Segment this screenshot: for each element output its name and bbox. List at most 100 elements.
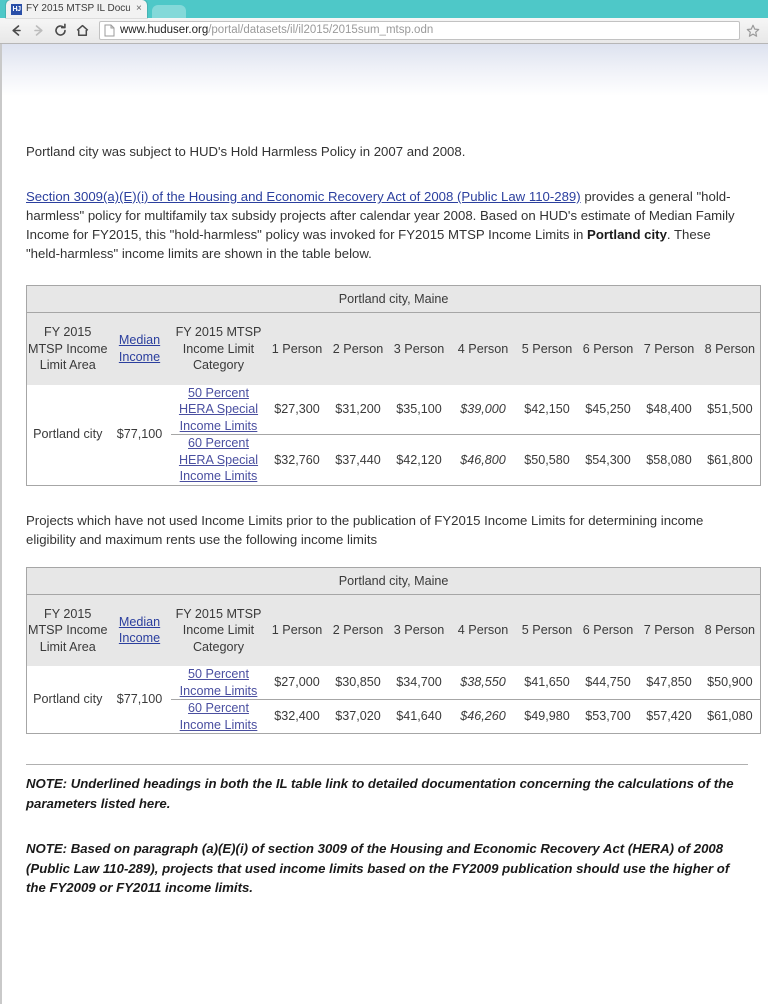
cell-value-1: $27,300 bbox=[266, 384, 328, 435]
table-header-row: FY 2015 MTSP Income Limit Area Median In… bbox=[26, 312, 761, 385]
header-person-2: 2 Person bbox=[327, 312, 389, 385]
cell-value-7: $57,420 bbox=[638, 699, 700, 734]
cell-value-2: $37,020 bbox=[327, 699, 389, 734]
cell-value-3: $35,100 bbox=[388, 384, 450, 435]
home-icon[interactable] bbox=[71, 20, 93, 42]
hera-paragraph: Section 3009(a)(E)(i) of the Housing and… bbox=[26, 161, 748, 263]
header-person-8: 8 Person bbox=[699, 594, 761, 666]
header-person-5: 5 Person bbox=[516, 594, 578, 666]
hera-section-link[interactable]: Section 3009(a)(E)(i) of the Housing and… bbox=[26, 189, 581, 204]
table-caption-row: Portland city, Maine bbox=[26, 567, 761, 595]
url-text: www.huduser.org/portal/datasets/il/il201… bbox=[120, 22, 433, 39]
median-income-link[interactable]: Median Income bbox=[119, 615, 160, 646]
hera-income-limits-table: Portland city, Maine FY 2015 MTSP Income… bbox=[26, 285, 762, 486]
mid-paragraph: Projects which have not used Income Limi… bbox=[26, 512, 704, 547]
header-person-8: 8 Person bbox=[699, 312, 761, 385]
category-link[interactable]: 60 Percent Income Limits bbox=[180, 701, 258, 732]
cell-category: 60 Percent Income Limits bbox=[170, 699, 267, 734]
cell-value-1: $32,760 bbox=[266, 434, 328, 485]
cell-value-8: $51,500 bbox=[699, 384, 761, 435]
header-person-5: 5 Person bbox=[516, 312, 578, 385]
cell-value-1: $32,400 bbox=[266, 699, 328, 734]
header-income-limit-area: FY 2015 MTSP Income Limit Area bbox=[26, 312, 109, 385]
cell-value-5: $42,150 bbox=[516, 384, 578, 435]
header-person-6: 6 Person bbox=[577, 312, 639, 385]
cell-value-3: $42,120 bbox=[388, 434, 450, 485]
cell-value-3: $41,640 bbox=[388, 699, 450, 734]
cell-category: 50 Percent Income Limits bbox=[170, 666, 267, 700]
header-median-income: Median Income bbox=[108, 312, 171, 385]
close-icon[interactable]: × bbox=[136, 0, 142, 18]
cell-value-2: $37,440 bbox=[327, 434, 389, 485]
cell-category: 50 Percent HERA Special Income Limits bbox=[170, 384, 267, 435]
table-row: Portland city $77,100 50 Percent Income … bbox=[26, 666, 761, 734]
cell-value-4: $39,000 bbox=[449, 384, 517, 435]
cell-value-7: $58,080 bbox=[638, 434, 700, 485]
cell-value-7: $47,850 bbox=[638, 666, 700, 700]
median-income-link[interactable]: Median Income bbox=[119, 333, 160, 364]
table-row: Portland city $77,100 50 Percent HERA Sp… bbox=[26, 384, 761, 485]
cell-area: Portland city bbox=[26, 384, 109, 485]
category-link[interactable]: 50 Percent HERA Special Income Limits bbox=[179, 386, 258, 433]
cell-value-5: $50,580 bbox=[516, 434, 578, 485]
header-income-limit-category: FY 2015 MTSP Income Limit Category bbox=[170, 312, 267, 385]
address-bar[interactable]: www.huduser.org/portal/datasets/il/il201… bbox=[99, 21, 740, 40]
cell-value-6: $44,750 bbox=[577, 666, 639, 700]
standard-income-limits-table: Portland city, Maine FY 2015 MTSP Income… bbox=[26, 566, 762, 734]
header-person-3: 3 Person bbox=[388, 594, 450, 666]
cell-value-6: $53,700 bbox=[577, 699, 639, 734]
page-document-icon bbox=[104, 24, 115, 37]
header-person-6: 6 Person bbox=[577, 594, 639, 666]
tab-title: FY 2015 MTSP IL Docum bbox=[26, 3, 130, 14]
cell-value-8: $61,080 bbox=[699, 699, 761, 734]
standard-table-wrapper: Portland city, Maine FY 2015 MTSP Income… bbox=[26, 549, 762, 734]
cell-value-4: $38,550 bbox=[449, 666, 517, 700]
category-link[interactable]: 60 Percent HERA Special Income Limits bbox=[179, 436, 258, 483]
table-caption: Portland city, Maine bbox=[26, 285, 761, 313]
note-hera-paragraph: NOTE: Based on paragraph (a)(E)(i) of se… bbox=[26, 841, 730, 895]
cell-median-income: $77,100 bbox=[108, 666, 171, 734]
page-content: Portland city was subject to HUD's Hold … bbox=[2, 44, 768, 898]
intro-paragraph: Portland city was subject to HUD's Hold … bbox=[26, 144, 466, 159]
cell-value-1: $27,000 bbox=[266, 666, 328, 700]
category-link[interactable]: 50 Percent Income Limits bbox=[180, 667, 258, 698]
table-caption: Portland city, Maine bbox=[26, 567, 761, 595]
header-person-1: 1 Person bbox=[266, 594, 328, 666]
header-person-4: 4 Person bbox=[449, 312, 517, 385]
cell-value-7: $48,400 bbox=[638, 384, 700, 435]
cell-value-5: $41,650 bbox=[516, 666, 578, 700]
cell-value-8: $61,800 bbox=[699, 434, 761, 485]
cell-value-6: $45,250 bbox=[577, 384, 639, 435]
reload-icon[interactable] bbox=[49, 20, 71, 42]
cell-value-3: $34,700 bbox=[388, 666, 450, 700]
cell-value-8: $50,900 bbox=[699, 666, 761, 700]
header-person-4: 4 Person bbox=[449, 594, 517, 666]
url-host: www.huduser.org bbox=[120, 24, 209, 36]
notes-section: NOTE: Underlined headings in both the IL… bbox=[26, 734, 748, 898]
cell-value-2: $31,200 bbox=[327, 384, 389, 435]
cell-value-4: $46,260 bbox=[449, 699, 517, 734]
header-median-income: Median Income bbox=[108, 594, 171, 666]
header-person-7: 7 Person bbox=[638, 594, 700, 666]
note-underlined-headings: NOTE: Underlined headings in both the IL… bbox=[26, 776, 734, 811]
page-viewport: Portland city was subject to HUD's Hold … bbox=[0, 44, 768, 1004]
new-tab-button[interactable] bbox=[151, 5, 186, 18]
browser-toolbar: www.huduser.org/portal/datasets/il/il201… bbox=[0, 18, 768, 44]
header-person-2: 2 Person bbox=[327, 594, 389, 666]
table-caption-row: Portland city, Maine bbox=[26, 285, 761, 313]
header-person-1: 1 Person bbox=[266, 312, 328, 385]
cell-value-2: $30,850 bbox=[327, 666, 389, 700]
forward-arrow-icon[interactable] bbox=[27, 20, 49, 42]
header-person-3: 3 Person bbox=[388, 312, 450, 385]
url-path: /portal/datasets/il/il2015/2015sum_mtsp.… bbox=[208, 24, 434, 36]
tab-strip: HJ FY 2015 MTSP IL Docum × bbox=[0, 0, 768, 18]
star-icon[interactable] bbox=[743, 20, 763, 42]
hera-bold-city: Portland city bbox=[587, 227, 667, 242]
header-person-7: 7 Person bbox=[638, 312, 700, 385]
cell-median-income: $77,100 bbox=[108, 384, 171, 485]
back-arrow-icon[interactable] bbox=[5, 20, 27, 42]
footer-divider bbox=[26, 764, 748, 765]
hera-table-wrapper: Portland city, Maine FY 2015 MTSP Income… bbox=[26, 263, 762, 486]
browser-tab[interactable]: HJ FY 2015 MTSP IL Docum × bbox=[6, 0, 147, 18]
cell-area: Portland city bbox=[26, 666, 109, 734]
